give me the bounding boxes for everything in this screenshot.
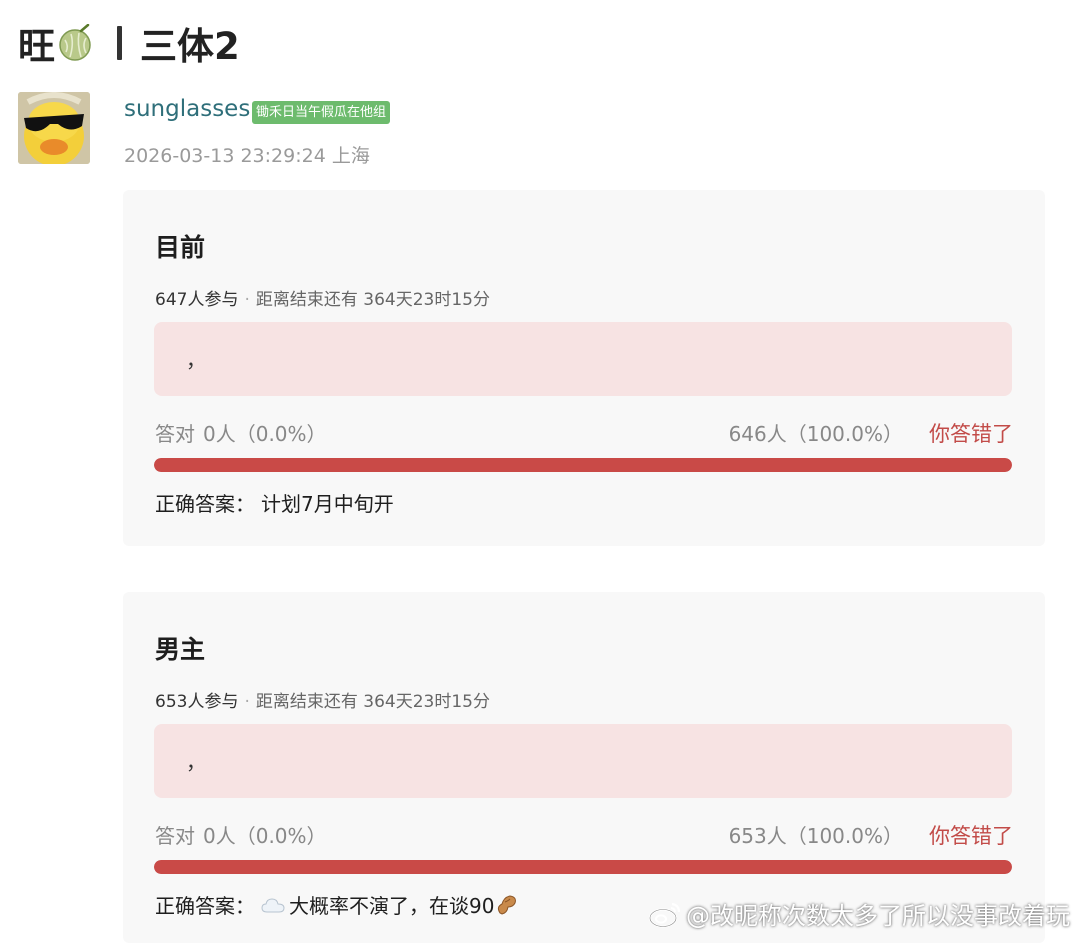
author-name[interactable]: sunglasses xyxy=(124,96,250,122)
watermark-text: @改昵称次数太多了所以没事改着玩 xyxy=(686,902,1070,930)
correct-stats: 答对 0人（0.0%） xyxy=(155,418,327,447)
post-title: 旺 三体2 xyxy=(18,18,240,68)
poll-time-remaining: 距离结束还有 364天23时15分 xyxy=(255,692,490,712)
verdict-label: 你答错了 xyxy=(929,422,1013,446)
selected-answer-text: ， xyxy=(186,750,206,774)
title-divider xyxy=(117,26,122,60)
cloud-icon xyxy=(261,897,285,912)
avatar[interactable] xyxy=(18,92,90,164)
peanut-icon xyxy=(498,894,517,915)
poll-card: 男主 653人参与 · 距离结束还有 364天23时15分 ， 答对 0人（0.0%）… xyxy=(123,592,1045,943)
poll-question: 目前 xyxy=(155,233,206,262)
post-title-prefix: 旺 xyxy=(18,25,55,68)
result-progress-fill xyxy=(154,458,1012,472)
weibo-icon xyxy=(648,902,681,928)
result-progress-bar xyxy=(154,860,1012,874)
correct-answer: 正确答案： 大概率不演了，在谈90 xyxy=(155,890,518,919)
correct-answer: 正确答案： 计划7月中旬开 xyxy=(155,488,394,517)
selected-answer-box[interactable]: ， xyxy=(154,322,1012,396)
result-progress-bar xyxy=(154,458,1012,472)
poll-participants: 647人参与 xyxy=(155,290,239,310)
correct-label: 答对 xyxy=(155,824,195,848)
correct-answer-text: 计划7月中旬开 xyxy=(261,492,394,516)
poll-time-remaining: 距离结束还有 364天23时15分 xyxy=(255,290,490,310)
post-timestamp: 2026-03-13 23:29:24 xyxy=(124,145,326,167)
poll-participants: 653人参与 xyxy=(155,692,239,712)
result-progress-fill xyxy=(154,860,1012,874)
correct-count: 0人（0.0%） xyxy=(203,824,327,848)
poll-result-row: 答对 0人（0.0%） 646人（100.0%） 你答错了 xyxy=(155,418,1013,448)
correct-answer-text: 大概率不演了，在谈90 xyxy=(289,894,495,918)
correct-count: 0人（0.0%） xyxy=(203,422,327,446)
correct-answer-label: 正确答案： xyxy=(155,492,255,516)
poll-question: 男主 xyxy=(155,635,206,664)
poll-result-row: 答对 0人（0.0%） 653人（100.0%） 你答错了 xyxy=(155,820,1013,850)
watermark: @改昵称次数太多了所以没事改着玩 xyxy=(648,896,1070,931)
post-location: 上海 xyxy=(331,145,370,167)
avatar-image xyxy=(18,92,90,164)
verdict-label: 你答错了 xyxy=(929,824,1013,848)
melon-icon xyxy=(59,24,91,61)
selected-answer-box[interactable]: ， xyxy=(154,724,1012,798)
wrong-count: 653人（100.0%） xyxy=(728,824,903,848)
poll-stats: 647人参与 · 距离结束还有 364天23时15分 xyxy=(155,285,490,310)
separator-dot: · xyxy=(244,692,250,712)
poll-card: 目前 647人参与 · 距离结束还有 364天23时15分 ， 答对 0人（0.0%）… xyxy=(123,190,1045,546)
poll-stats: 653人参与 · 距离结束还有 364天23时15分 xyxy=(155,687,490,712)
wrong-count: 646人（100.0%） xyxy=(728,422,903,446)
post-title-topic: 三体2 xyxy=(140,25,240,68)
correct-label: 答对 xyxy=(155,422,195,446)
correct-stats: 答对 0人（0.0%） xyxy=(155,820,327,849)
selected-answer-text: ， xyxy=(186,348,206,372)
correct-answer-label: 正确答案： xyxy=(155,894,255,918)
separator-dot: · xyxy=(244,290,250,310)
post-meta: 2026-03-13 23:29:24 上海 xyxy=(124,141,370,168)
author-badge: 锄禾日当午假瓜在他组 xyxy=(252,101,391,124)
